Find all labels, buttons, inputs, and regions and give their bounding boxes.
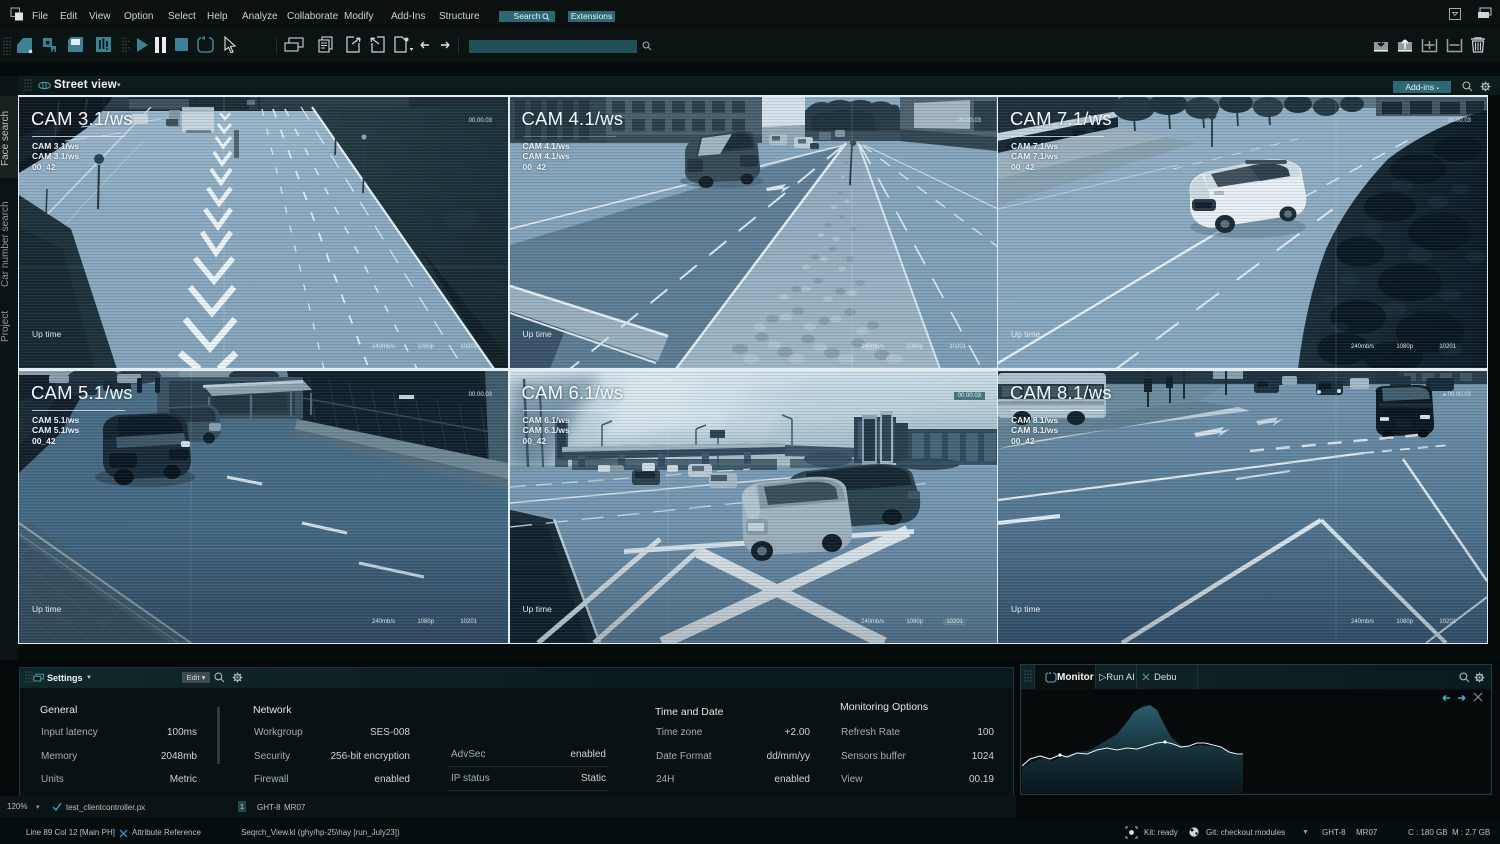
svg-text:1: 1 (240, 804, 244, 811)
